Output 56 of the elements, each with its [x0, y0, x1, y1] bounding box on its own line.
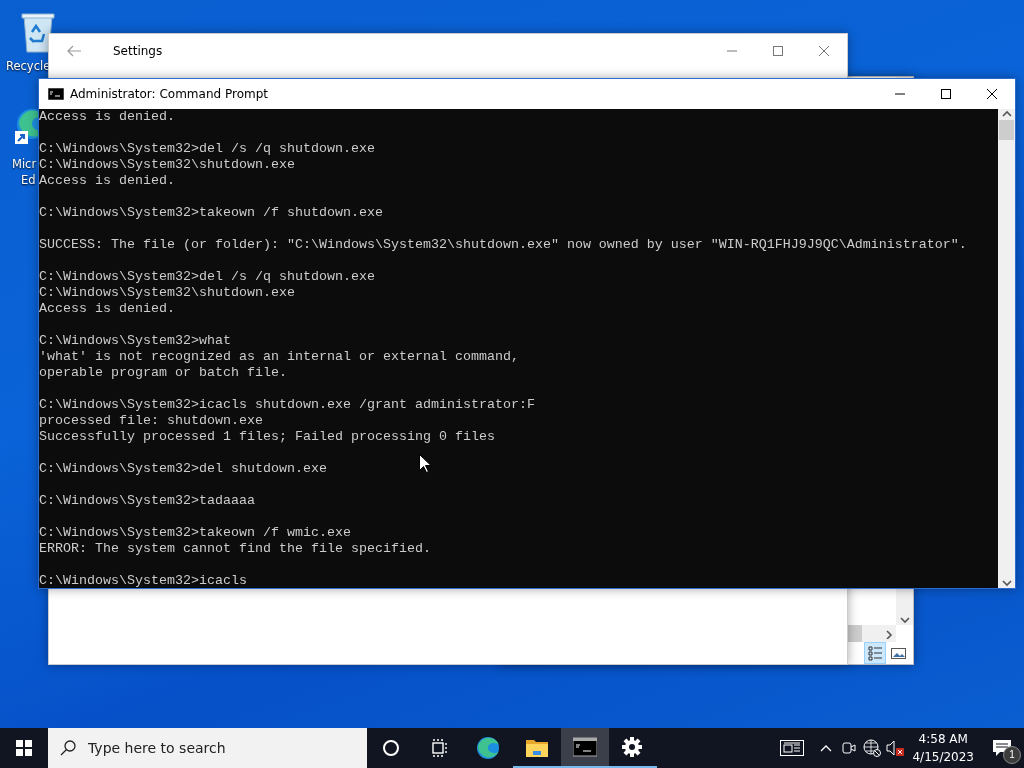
task-view-icon: [430, 739, 448, 757]
console-line: C:\Windows\System32>icacls shutdown.exe /grant administrator:F: [39, 397, 535, 413]
console-line: Access is denied.: [39, 301, 175, 317]
console-line: processed file: shutdown.exe: [39, 413, 263, 429]
console-line: C:\Windows\System32>takeown /f wmic.exe: [39, 525, 351, 541]
terminal-icon: [573, 736, 597, 760]
console-line: C:\Windows\System32>del /s /q shutdown.exe: [39, 269, 375, 285]
back-arrow-icon: [66, 45, 82, 57]
console-icon: [48, 88, 64, 100]
camera-icon: [840, 740, 857, 756]
console-line: C:\Windows\System32>del shutdown.exe: [39, 461, 327, 477]
mouse-pointer-icon: [419, 454, 431, 473]
circle-icon: [382, 739, 400, 757]
scroll-up-icon[interactable]: [1000, 109, 1013, 119]
start-icon: [16, 740, 32, 756]
close-icon: [819, 46, 829, 56]
news-icon: [780, 740, 805, 756]
globe-icon: [862, 739, 881, 757]
vertical-scrollbar[interactable]: [998, 109, 1015, 588]
notification-badge: 1: [1003, 746, 1021, 764]
console-line: ERROR: The system cannot find the file specified.: [39, 541, 431, 557]
close-icon: [987, 89, 997, 99]
console-line: C:\Windows\System32>takeown /f shutdown.exe: [39, 205, 383, 221]
console-line: C:\Windows\System32>icacls: [39, 573, 247, 588]
swirl-logo-icon: [476, 736, 500, 760]
scroll-thumb[interactable]: [848, 625, 862, 642]
console-line: C:\Windows\System32>tadaaaa: [39, 493, 255, 509]
gear-icon: [621, 736, 645, 760]
maximize-icon: [773, 46, 783, 56]
command-prompt-button[interactable]: [561, 728, 609, 768]
console-line: Access is denied.: [39, 109, 175, 125]
details-view-icon: [866, 644, 884, 662]
notifications-button[interactable]: 1: [980, 728, 1024, 768]
icon-label: Ed: [21, 172, 36, 188]
maximize-icon: [941, 89, 951, 99]
search-icon: [60, 740, 76, 756]
console-line: Successfully processed 1 files; Failed processing 0 files: [39, 429, 495, 445]
window-title: Settings: [113, 44, 164, 58]
chevron-up-icon: [819, 744, 832, 752]
icon-label: Micr: [12, 156, 37, 172]
console-line: C:\Windows\System32>what: [39, 333, 231, 349]
scroll-down-icon[interactable]: [1000, 578, 1013, 588]
console-line: Access is denied.: [39, 173, 175, 189]
scroll-down-icon[interactable]: [898, 615, 911, 625]
console-line: operable program or batch file.: [39, 365, 287, 381]
scroll-thumb[interactable]: [999, 120, 1014, 140]
clock[interactable]: 4:58 AM 4/15/2023: [906, 728, 980, 768]
details-view-button[interactable]: [864, 642, 886, 664]
speaker-muted-icon: [885, 740, 904, 756]
icon-label: Recycle: [6, 58, 51, 74]
window-title: Administrator: Command Prompt: [70, 87, 269, 101]
console-line: C:\Windows\System32\shutdown.exe: [39, 285, 295, 301]
console-line: C:\Windows\System32>del /s /q shutdown.exe: [39, 141, 375, 157]
console-line: 'what' is not recognized as an internal or external command,: [39, 349, 519, 365]
console-line: SUCCESS: The file (or folder): "C:\Windows\System32\shutdown.exe" now owned by user "WIN-RQ1FHJ9J9QC\Administrator".: [39, 237, 967, 253]
console-line: C:\Windows\System32\shutdown.exe: [39, 157, 295, 173]
